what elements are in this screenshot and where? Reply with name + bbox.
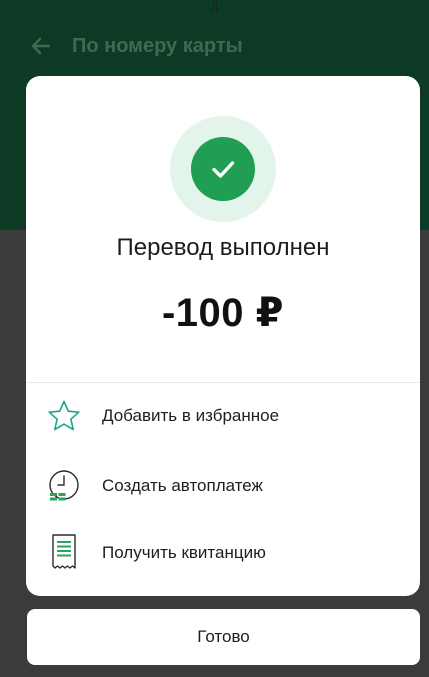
add-to-favorites-button[interactable]: Добавить в избранное [26, 388, 420, 444]
app-title-row: По номеру карты [0, 24, 429, 68]
star-icon [44, 396, 84, 436]
success-badge [170, 116, 276, 222]
dialog-title: Перевод выполнен [116, 234, 330, 261]
divider [26, 382, 420, 383]
get-receipt-button[interactable]: Получить квитанцию [26, 525, 420, 581]
success-dialog: Перевод выполнен -100 ₽ Добавить в избра… [26, 76, 420, 596]
page-title: По номеру карты [72, 34, 243, 57]
status-bar: Д [0, 0, 429, 14]
add-to-favorites-label: Добавить в избранное [102, 406, 280, 425]
create-autopay-button[interactable]: Создать автоплатеж [26, 458, 420, 514]
done-button[interactable]: Готово [27, 609, 420, 665]
clock-autopay-icon [44, 466, 84, 506]
check-circle-icon [191, 137, 255, 201]
create-autopay-label: Создать автоплатеж [102, 476, 263, 495]
transfer-amount: -100 ₽ [161, 291, 284, 335]
status-bar-text: Д [210, 1, 219, 13]
receipt-icon [44, 533, 84, 573]
get-receipt-label: Получить квитанцию [102, 543, 266, 562]
arrow-left-icon[interactable] [28, 34, 52, 58]
